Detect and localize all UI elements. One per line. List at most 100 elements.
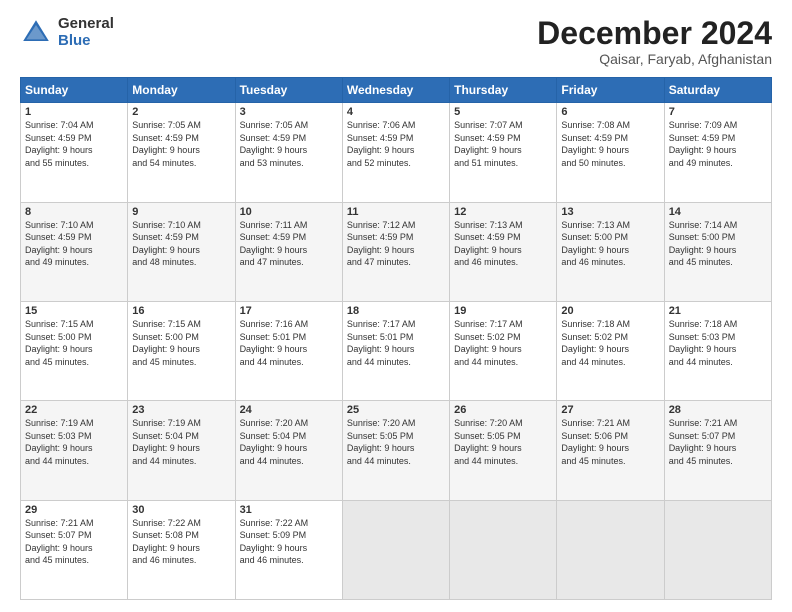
day-info: Sunrise: 7:05 AM Sunset: 4:59 PM Dayligh… xyxy=(132,119,230,169)
day-info: Sunrise: 7:16 AM Sunset: 5:01 PM Dayligh… xyxy=(240,318,338,368)
calendar-day: 15Sunrise: 7:15 AM Sunset: 5:00 PM Dayli… xyxy=(21,301,128,400)
day-number: 5 xyxy=(454,106,552,118)
calendar-day: 16Sunrise: 7:15 AM Sunset: 5:00 PM Dayli… xyxy=(128,301,235,400)
day-info: Sunrise: 7:10 AM Sunset: 4:59 PM Dayligh… xyxy=(25,219,123,269)
day-number: 20 xyxy=(561,305,659,317)
day-info: Sunrise: 7:22 AM Sunset: 5:09 PM Dayligh… xyxy=(240,517,338,567)
day-number: 1 xyxy=(25,106,123,118)
day-info: Sunrise: 7:06 AM Sunset: 4:59 PM Dayligh… xyxy=(347,119,445,169)
logo-icon xyxy=(20,17,52,49)
calendar-day: 25Sunrise: 7:20 AM Sunset: 5:05 PM Dayli… xyxy=(342,401,449,500)
calendar-week-2: 8Sunrise: 7:10 AM Sunset: 4:59 PM Daylig… xyxy=(21,202,772,301)
day-info: Sunrise: 7:04 AM Sunset: 4:59 PM Dayligh… xyxy=(25,119,123,169)
day-number: 15 xyxy=(25,305,123,317)
day-number: 29 xyxy=(25,504,123,516)
day-info: Sunrise: 7:14 AM Sunset: 5:00 PM Dayligh… xyxy=(669,219,767,269)
day-info: Sunrise: 7:17 AM Sunset: 5:02 PM Dayligh… xyxy=(454,318,552,368)
day-number: 7 xyxy=(669,106,767,118)
calendar-day: 14Sunrise: 7:14 AM Sunset: 5:00 PM Dayli… xyxy=(664,202,771,301)
calendar-day xyxy=(557,500,664,599)
weekday-header-saturday: Saturday xyxy=(664,78,771,103)
calendar-day: 31Sunrise: 7:22 AM Sunset: 5:09 PM Dayli… xyxy=(235,500,342,599)
calendar-week-5: 29Sunrise: 7:21 AM Sunset: 5:07 PM Dayli… xyxy=(21,500,772,599)
day-number: 19 xyxy=(454,305,552,317)
calendar-day: 2Sunrise: 7:05 AM Sunset: 4:59 PM Daylig… xyxy=(128,103,235,202)
day-number: 25 xyxy=(347,404,445,416)
weekday-header-wednesday: Wednesday xyxy=(342,78,449,103)
weekday-header-sunday: Sunday xyxy=(21,78,128,103)
calendar-day: 30Sunrise: 7:22 AM Sunset: 5:08 PM Dayli… xyxy=(128,500,235,599)
calendar-day: 5Sunrise: 7:07 AM Sunset: 4:59 PM Daylig… xyxy=(450,103,557,202)
title-block: December 2024 Qaisar, Faryab, Afghanista… xyxy=(537,16,772,67)
calendar-day: 1Sunrise: 7:04 AM Sunset: 4:59 PM Daylig… xyxy=(21,103,128,202)
calendar-day xyxy=(664,500,771,599)
day-number: 11 xyxy=(347,206,445,218)
calendar-day: 19Sunrise: 7:17 AM Sunset: 5:02 PM Dayli… xyxy=(450,301,557,400)
page-header: General Blue December 2024 Qaisar, Farya… xyxy=(20,16,772,67)
day-info: Sunrise: 7:21 AM Sunset: 5:06 PM Dayligh… xyxy=(561,417,659,467)
day-number: 21 xyxy=(669,305,767,317)
day-number: 30 xyxy=(132,504,230,516)
day-number: 2 xyxy=(132,106,230,118)
calendar-day: 29Sunrise: 7:21 AM Sunset: 5:07 PM Dayli… xyxy=(21,500,128,599)
calendar-day: 26Sunrise: 7:20 AM Sunset: 5:05 PM Dayli… xyxy=(450,401,557,500)
calendar-day: 11Sunrise: 7:12 AM Sunset: 4:59 PM Dayli… xyxy=(342,202,449,301)
day-number: 14 xyxy=(669,206,767,218)
calendar-day: 23Sunrise: 7:19 AM Sunset: 5:04 PM Dayli… xyxy=(128,401,235,500)
calendar-day: 6Sunrise: 7:08 AM Sunset: 4:59 PM Daylig… xyxy=(557,103,664,202)
day-info: Sunrise: 7:21 AM Sunset: 5:07 PM Dayligh… xyxy=(669,417,767,467)
day-number: 12 xyxy=(454,206,552,218)
calendar-day: 3Sunrise: 7:05 AM Sunset: 4:59 PM Daylig… xyxy=(235,103,342,202)
day-number: 24 xyxy=(240,404,338,416)
day-info: Sunrise: 7:07 AM Sunset: 4:59 PM Dayligh… xyxy=(454,119,552,169)
day-number: 22 xyxy=(25,404,123,416)
day-number: 18 xyxy=(347,305,445,317)
calendar-day: 17Sunrise: 7:16 AM Sunset: 5:01 PM Dayli… xyxy=(235,301,342,400)
day-info: Sunrise: 7:15 AM Sunset: 5:00 PM Dayligh… xyxy=(25,318,123,368)
day-info: Sunrise: 7:18 AM Sunset: 5:03 PM Dayligh… xyxy=(669,318,767,368)
calendar-table: SundayMondayTuesdayWednesdayThursdayFrid… xyxy=(20,77,772,600)
day-number: 9 xyxy=(132,206,230,218)
calendar-day: 28Sunrise: 7:21 AM Sunset: 5:07 PM Dayli… xyxy=(664,401,771,500)
day-info: Sunrise: 7:13 AM Sunset: 4:59 PM Dayligh… xyxy=(454,219,552,269)
calendar-day: 10Sunrise: 7:11 AM Sunset: 4:59 PM Dayli… xyxy=(235,202,342,301)
day-info: Sunrise: 7:12 AM Sunset: 4:59 PM Dayligh… xyxy=(347,219,445,269)
calendar-week-3: 15Sunrise: 7:15 AM Sunset: 5:00 PM Dayli… xyxy=(21,301,772,400)
calendar-day: 20Sunrise: 7:18 AM Sunset: 5:02 PM Dayli… xyxy=(557,301,664,400)
calendar-day xyxy=(342,500,449,599)
weekday-header-thursday: Thursday xyxy=(450,78,557,103)
day-info: Sunrise: 7:13 AM Sunset: 5:00 PM Dayligh… xyxy=(561,219,659,269)
calendar-day: 27Sunrise: 7:21 AM Sunset: 5:06 PM Dayli… xyxy=(557,401,664,500)
day-number: 4 xyxy=(347,106,445,118)
day-number: 16 xyxy=(132,305,230,317)
day-info: Sunrise: 7:21 AM Sunset: 5:07 PM Dayligh… xyxy=(25,517,123,567)
day-info: Sunrise: 7:20 AM Sunset: 5:05 PM Dayligh… xyxy=(454,417,552,467)
day-info: Sunrise: 7:15 AM Sunset: 5:00 PM Dayligh… xyxy=(132,318,230,368)
calendar-day: 9Sunrise: 7:10 AM Sunset: 4:59 PM Daylig… xyxy=(128,202,235,301)
day-number: 31 xyxy=(240,504,338,516)
day-info: Sunrise: 7:09 AM Sunset: 4:59 PM Dayligh… xyxy=(669,119,767,169)
logo: General Blue xyxy=(20,16,114,49)
day-number: 6 xyxy=(561,106,659,118)
weekday-header-monday: Monday xyxy=(128,78,235,103)
calendar-header-row: SundayMondayTuesdayWednesdayThursdayFrid… xyxy=(21,78,772,103)
logo-blue: Blue xyxy=(58,33,114,50)
day-number: 26 xyxy=(454,404,552,416)
calendar-day: 12Sunrise: 7:13 AM Sunset: 4:59 PM Dayli… xyxy=(450,202,557,301)
calendar-day: 8Sunrise: 7:10 AM Sunset: 4:59 PM Daylig… xyxy=(21,202,128,301)
calendar-week-4: 22Sunrise: 7:19 AM Sunset: 5:03 PM Dayli… xyxy=(21,401,772,500)
day-info: Sunrise: 7:20 AM Sunset: 5:04 PM Dayligh… xyxy=(240,417,338,467)
day-number: 13 xyxy=(561,206,659,218)
day-number: 17 xyxy=(240,305,338,317)
day-number: 10 xyxy=(240,206,338,218)
day-number: 8 xyxy=(25,206,123,218)
calendar-day: 21Sunrise: 7:18 AM Sunset: 5:03 PM Dayli… xyxy=(664,301,771,400)
day-number: 28 xyxy=(669,404,767,416)
day-info: Sunrise: 7:05 AM Sunset: 4:59 PM Dayligh… xyxy=(240,119,338,169)
logo-text: General Blue xyxy=(58,16,114,49)
calendar-day: 22Sunrise: 7:19 AM Sunset: 5:03 PM Dayli… xyxy=(21,401,128,500)
day-number: 27 xyxy=(561,404,659,416)
day-info: Sunrise: 7:17 AM Sunset: 5:01 PM Dayligh… xyxy=(347,318,445,368)
day-info: Sunrise: 7:22 AM Sunset: 5:08 PM Dayligh… xyxy=(132,517,230,567)
weekday-header-friday: Friday xyxy=(557,78,664,103)
